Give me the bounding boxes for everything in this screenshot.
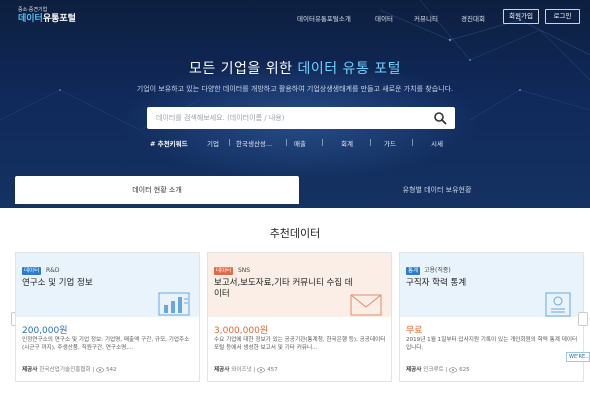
card-description: 인정연구소의 연구소 및 기업 정보: 기업명, 매출액 구간, 규모, 기업주…	[22, 337, 190, 351]
nav-item-contest[interactable]: 경진대회	[461, 13, 485, 23]
card-price: 무료	[406, 326, 423, 336]
provider-name: 와이즈넛	[231, 367, 252, 373]
logo-title: 데이터유통포털	[18, 14, 76, 25]
card-badge: 데이터	[22, 267, 42, 275]
top-header: 중소·중견기업 데이터유통포털 데이터유통포털소개 데이터 커뮤니티 경진대회 …	[0, 0, 590, 34]
provider-name: 한국산업기술진흥협회	[39, 367, 91, 373]
carousel-next-button[interactable]	[578, 312, 588, 326]
logo-accent-text: 데이터	[18, 14, 43, 24]
card-header: 데이터 R&D 연구소 및 기업 정보	[16, 253, 199, 317]
keyword-divider	[412, 139, 413, 146]
card-header: 데이터 SNS 보고서,보도자료,기타 커뮤니티 수집 데이터	[208, 253, 391, 317]
login-button[interactable]: 로그인	[545, 9, 580, 24]
view-count: 457	[267, 367, 278, 373]
card-title[interactable]: 보고서,보도자료,기타 커뮤니티 수집 데이터	[214, 278, 354, 300]
section-title: 추천데이터	[269, 227, 321, 240]
tab-data-by-type[interactable]: 유형별 데이터 보유현황	[299, 176, 575, 204]
card-title[interactable]: 연구소 및 기업 정보	[22, 278, 162, 289]
hero-title-plain: 모든 기업을 위한	[188, 61, 298, 77]
keyword-item[interactable]: 가드	[384, 138, 396, 148]
keyword-item[interactable]: 회계	[341, 138, 353, 148]
keyword-divider	[370, 139, 371, 146]
provider-label: 제공사	[22, 367, 38, 373]
provider-label: 제공사	[214, 367, 230, 373]
bar-chart-icon	[158, 292, 190, 316]
card-description: 2019년 1월 1일부터 입사지원 기록이 있는 개인회원의 학력 통계 데이…	[406, 337, 578, 351]
logo-white-text: 유통포털	[42, 14, 76, 24]
site-logo[interactable]: 중소·중견기업 데이터유통포털	[18, 7, 76, 25]
recommended-card[interactable]: 통계 고용(직종) 구직자 학력 통계 무료 2019년 1월 1일부터 입사지…	[399, 252, 584, 382]
recommended-card[interactable]: 데이터 R&D 연구소 및 기업 정보 200,000원 인정연구소의 연구소 …	[15, 252, 200, 382]
keyword-divider	[229, 139, 230, 146]
tab-data-overview[interactable]: 데이터 현황 소개	[15, 176, 299, 204]
signup-button[interactable]: 회원가입	[503, 9, 539, 24]
nav-item-community[interactable]: 커뮤니티	[414, 13, 438, 23]
eye-icon	[96, 366, 105, 373]
hero-title-highlight: 데이터 유통 포털	[297, 61, 402, 77]
nav-item-about[interactable]: 데이터유통포털소개	[297, 13, 351, 23]
keyword-label: # 추천키워드	[150, 140, 188, 148]
hero-subtitle: 기업이 보유하고 있는 다양한 데이터를 개방하고 활용하여 기업상생생태계를 …	[136, 85, 454, 93]
card-header: 통계 고용(직종) 구직자 학력 통계	[400, 253, 583, 317]
keyword-divider	[286, 139, 287, 146]
eye-icon	[449, 366, 458, 373]
view-count: 542	[105, 367, 117, 373]
side-floating-badge[interactable]: WE'RE...	[566, 352, 590, 362]
card-category: 고용(직종)	[424, 267, 451, 274]
search-input[interactable]: 데이터를 검색해보세요. (데이터이름 / 내용)	[156, 113, 284, 123]
card-provider: 제공사 한국산업기술진흥협회 | 542	[22, 366, 117, 373]
card-badge: 통계	[406, 267, 421, 275]
recommended-card[interactable]: 데이터 SNS 보고서,보도자료,기타 커뮤니티 수집 데이터 3,000,00…	[207, 252, 392, 382]
card-category: R&D	[46, 267, 60, 274]
keyword-item[interactable]: 시세	[431, 138, 443, 148]
document-icon	[545, 292, 571, 317]
search-icon[interactable]	[433, 111, 447, 125]
envelope-icon	[350, 294, 382, 316]
keyword-divider	[322, 139, 323, 146]
data-tabs: 데이터 현황 소개 유형별 데이터 보유현황	[15, 176, 575, 204]
keyword-item[interactable]: 기업	[207, 138, 219, 148]
card-category: SNS	[238, 267, 251, 274]
card-description: 수요 기업에 대한 정보가 있는 공공기관(통계청, 한국은행 등), 공공데이…	[214, 337, 386, 351]
card-provider: 제공사 인크루트 | 625	[406, 366, 470, 373]
keyword-item[interactable]: 매출	[294, 138, 306, 148]
provider-name: 인크루트	[423, 367, 444, 373]
hero-title: 모든 기업을 위한 데이터 유통 포털	[0, 58, 590, 78]
provider-label: 제공사	[406, 367, 422, 373]
search-bar[interactable]: 데이터를 검색해보세요. (데이터이름 / 내용)	[147, 107, 455, 129]
keyword-item[interactable]: 한국생산성...	[236, 138, 272, 148]
eye-icon	[257, 366, 266, 373]
card-title[interactable]: 구직자 학력 통계	[406, 278, 546, 289]
card-price: 200,000원	[22, 326, 68, 336]
card-provider: 제공사 와이즈넛 | 457	[214, 366, 278, 373]
hero-banner: 중소·중견기업 데이터유통포털 데이터유통포털소개 데이터 커뮤니티 경진대회 …	[0, 0, 590, 208]
logo-subtitle: 중소·중견기업	[18, 7, 48, 13]
card-badge: 데이터	[214, 267, 234, 275]
view-count: 625	[459, 367, 470, 373]
nav-item-data[interactable]: 데이터	[375, 13, 393, 23]
card-price: 3,000,000원	[214, 326, 269, 336]
